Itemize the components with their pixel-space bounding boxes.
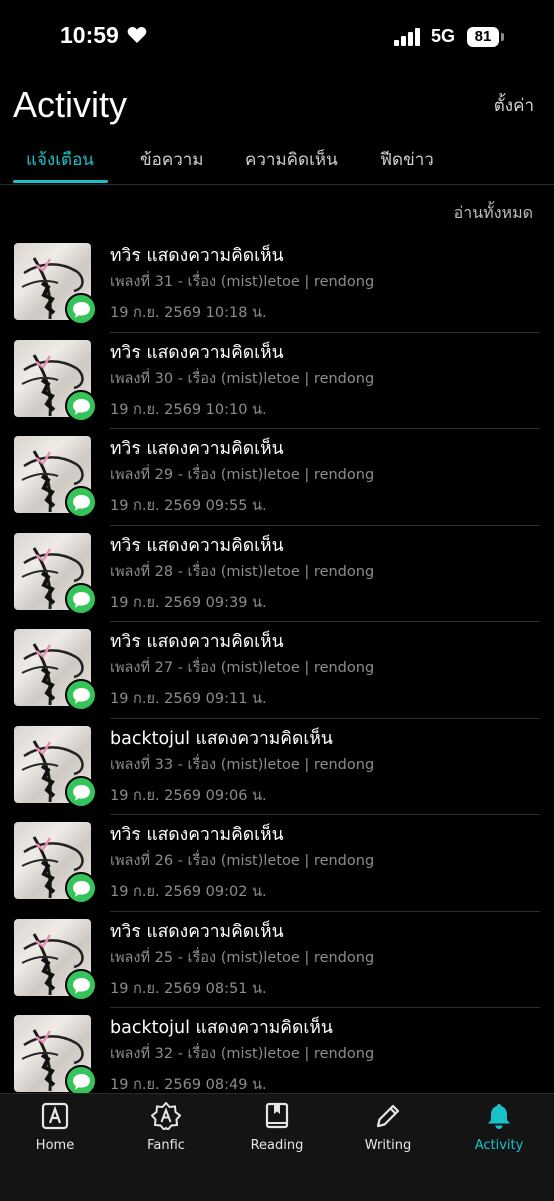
- settings-button[interactable]: ตั้งค่า: [494, 92, 534, 119]
- notification-item[interactable]: ทวิร แสดงความคิดเห็นเพลงที่ 31 - เรื่อง …: [0, 236, 554, 333]
- notification-subtitle: เพลงที่ 28 - เรื่อง (mist)letoe | rendon…: [110, 563, 375, 580]
- notification-item[interactable]: backtojul แสดงความคิดเห็นเพลงที่ 33 - เร…: [0, 719, 554, 816]
- pencil-icon: [376, 1104, 400, 1128]
- notification-title: backtojul แสดงความคิดเห็น: [110, 728, 333, 749]
- notification-item[interactable]: ทวิร แสดงความคิดเห็นเพลงที่ 28 - เรื่อง …: [0, 526, 554, 623]
- comment-badge-icon: [65, 775, 97, 808]
- notification-subtitle: เพลงที่ 31 - เรื่อง (mist)letoe | rendon…: [110, 274, 375, 290]
- nav-home[interactable]: Home: [0, 1102, 110, 1153]
- notification-title: backtojul แสดงความคิดเห็น: [110, 1018, 333, 1038]
- bell-icon: [488, 1104, 510, 1129]
- tab-notifications[interactable]: แจ้งเตือน: [26, 146, 94, 173]
- notification-title: ทวิร แสดงความคิดเห็น: [110, 342, 284, 363]
- notification-item[interactable]: ทวิร แสดงความคิดเห็นเพลงที่ 29 - เรื่อง …: [0, 429, 554, 526]
- notification-title: ทวิร แสดงความคิดเห็น: [110, 921, 284, 942]
- active-tab-indicator: [13, 180, 108, 183]
- notification-date: 19 ก.ย. 2569 09:11 น.: [110, 691, 267, 707]
- notification-item[interactable]: ทวิร แสดงความคิดเห็นเพลงที่ 26 - เรื่อง …: [0, 815, 554, 912]
- comment-badge-icon: [65, 293, 97, 325]
- notification-date: 19 ก.ย. 2569 09:06 น.: [110, 787, 267, 804]
- notification-subtitle: เพลงที่ 29 - เรื่อง (mist)letoe | rendon…: [110, 467, 375, 483]
- comment-badge-icon: [65, 582, 97, 615]
- notification-title: ทวิร แสดงความคิดเห็น: [110, 439, 284, 459]
- heart-icon: [127, 27, 147, 43]
- nav-activity[interactable]: Activity: [444, 1102, 554, 1153]
- nav-writing[interactable]: Writing: [333, 1102, 443, 1153]
- notification-title: ทวิร แสดงความคิดเห็น: [110, 246, 284, 266]
- notification-title: ทวิร แสดงความคิดเห็น: [110, 535, 284, 556]
- notification-subtitle: เพลงที่ 33 - เรื่อง (mist)letoe | rendon…: [110, 756, 375, 773]
- notification-date: 19 ก.ย. 2569 09:39 น.: [110, 594, 267, 611]
- battery-tip: [501, 33, 504, 41]
- fanfic-icon: [151, 1102, 181, 1130]
- notification-subtitle: เพลงที่ 25 - เรื่อง (mist)letoe | rendon…: [110, 949, 375, 966]
- notification-date: 19 ก.ย. 2569 10:10 น.: [110, 401, 267, 418]
- notification-date: 19 ก.ย. 2569 10:18 น.: [110, 305, 267, 321]
- tab-messages[interactable]: ข้อความ: [140, 146, 204, 173]
- page-title: Activity: [13, 84, 128, 125]
- notification-date: 19 ก.ย. 2569 09:02 น.: [110, 884, 267, 900]
- comment-badge-icon: [65, 872, 97, 904]
- nav-home-label: Home: [35, 1138, 75, 1153]
- tab-bar: แจ้งเตือน ข้อความ ความคิดเห็น ฟีดข่าว: [0, 140, 554, 185]
- comment-badge-icon: [65, 389, 97, 422]
- nav-reading[interactable]: Reading: [222, 1102, 332, 1153]
- tab-news-feed[interactable]: ฟีดข่าว: [380, 146, 434, 173]
- nav-activity-label: Activity: [474, 1138, 524, 1153]
- notification-list: ทวิร แสดงความคิดเห็นเพลงที่ 31 - เรื่อง …: [0, 236, 554, 1105]
- nav-reading-label: Reading: [250, 1138, 304, 1153]
- battery-icon: 81: [467, 27, 499, 47]
- notification-item[interactable]: ทวิร แสดงความคิดเห็นเพลงที่ 27 - เรื่อง …: [0, 622, 554, 719]
- bottom-nav: Home Fanfic Reading Writing Activity: [0, 1093, 554, 1201]
- notification-item[interactable]: backtojul แสดงความคิดเห็นเพลงที่ 32 - เร…: [0, 1008, 554, 1105]
- comment-badge-icon: [65, 679, 97, 711]
- notification-subtitle: เพลงที่ 27 - เรื่อง (mist)letoe | rendon…: [110, 660, 375, 676]
- status-bar: 10:59 5G 81: [0, 0, 554, 74]
- notification-subtitle: เพลงที่ 32 - เรื่อง (mist)letoe | rendon…: [110, 1046, 375, 1062]
- notification-item[interactable]: ทวิร แสดงความคิดเห็นเพลงที่ 25 - เรื่อง …: [0, 912, 554, 1009]
- nav-fanfic[interactable]: Fanfic: [111, 1102, 221, 1153]
- book-icon: [265, 1102, 289, 1129]
- nav-fanfic-label: Fanfic: [147, 1138, 185, 1153]
- network-type: 5G: [431, 26, 456, 46]
- notification-date: 19 ก.ย. 2569 09:55 น.: [110, 498, 267, 514]
- notification-date: 19 ก.ย. 2569 08:51 น.: [110, 980, 267, 997]
- tab-comments[interactable]: ความคิดเห็น: [245, 146, 338, 173]
- status-time: 10:59: [60, 22, 119, 48]
- signal-icon: [394, 28, 420, 46]
- notification-item[interactable]: ทวิร แสดงความคิดเห็นเพลงที่ 30 - เรื่อง …: [0, 333, 554, 430]
- notification-title: ทวิร แสดงความคิดเห็น: [110, 825, 284, 845]
- nav-writing-label: Writing: [364, 1138, 412, 1153]
- read-all-button[interactable]: อ่านทั้งหมด: [454, 201, 533, 226]
- comment-badge-icon: [65, 968, 97, 1001]
- notification-subtitle: เพลงที่ 26 - เรื่อง (mist)letoe | rendon…: [110, 853, 375, 869]
- notification-title: ทวิร แสดงความคิดเห็น: [110, 632, 284, 652]
- notification-subtitle: เพลงที่ 30 - เรื่อง (mist)letoe | rendon…: [110, 370, 375, 387]
- home-icon: [41, 1102, 69, 1130]
- comment-badge-icon: [65, 486, 97, 518]
